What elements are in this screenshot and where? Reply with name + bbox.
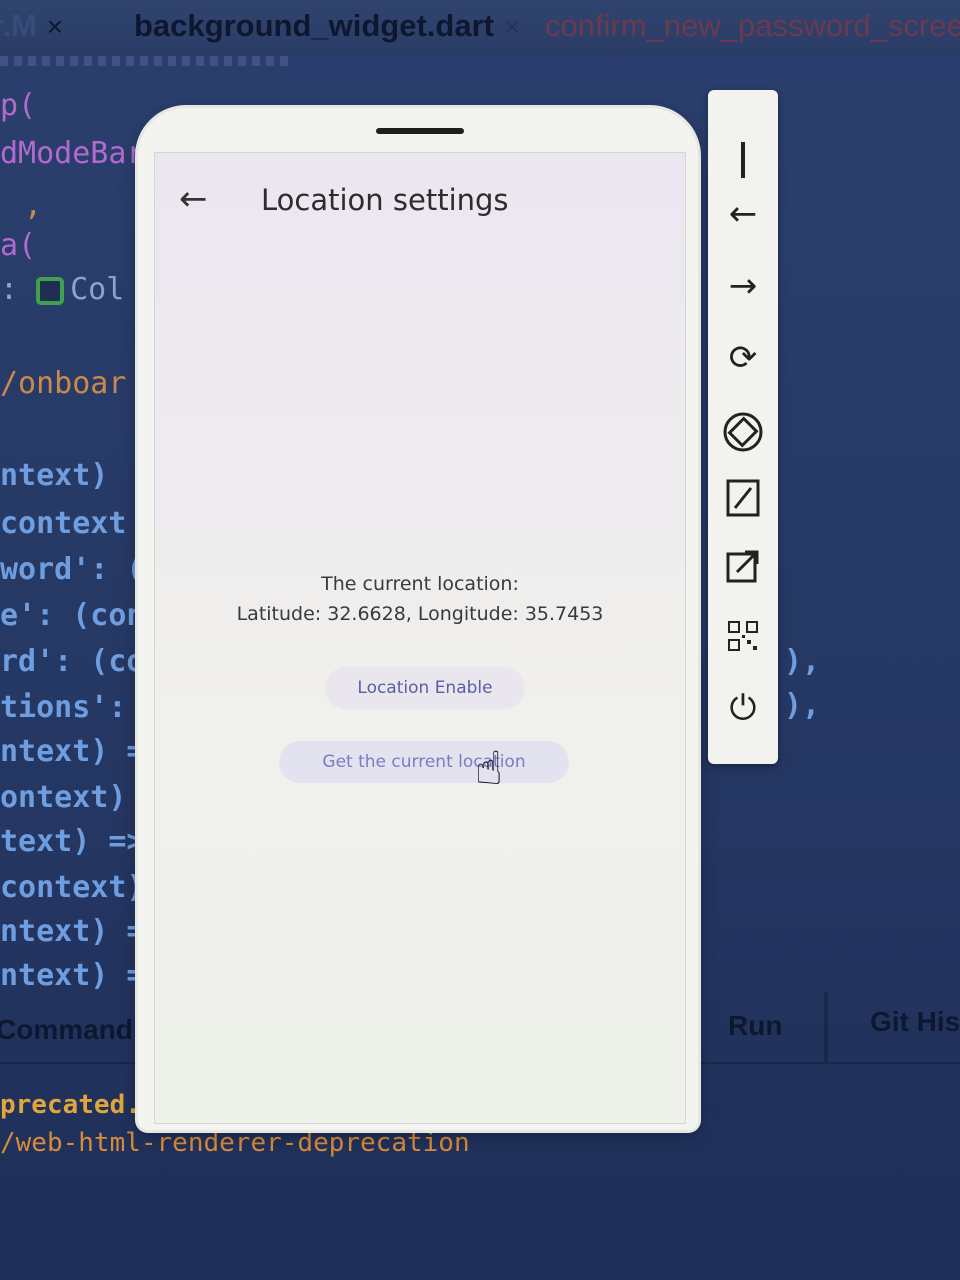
- hand-pointer-icon: ☝: [475, 741, 504, 795]
- code-fragment: ),: [784, 644, 821, 679]
- device-screen: ← Location settings The current location…: [154, 152, 686, 1124]
- current-location-label: The current location:: [321, 573, 519, 595]
- color-swatch-icon: [36, 276, 65, 305]
- code-line: context): [0, 870, 145, 905]
- code-line: /onboar: [0, 366, 127, 401]
- breadcrumb-divider: [0, 56, 290, 66]
- tab-label: r.M: [0, 8, 37, 43]
- back-arrow-icon[interactable]: ←: [708, 194, 778, 234]
- code-line: ontext): [0, 780, 127, 815]
- code-fragment: ),: [784, 688, 821, 723]
- forward-arrow-icon[interactable]: →: [708, 266, 778, 306]
- get-current-location-button[interactable]: Get the current location: [279, 741, 569, 783]
- app-bar: ← Location settings: [155, 153, 685, 253]
- code-line: text) =>: [0, 824, 145, 859]
- code-line: tions':: [0, 690, 127, 725]
- commands-label: Commands: [0, 1014, 149, 1045]
- code-line: context: [0, 506, 127, 541]
- editor-tab-background-widget[interactable]: background_widget.dart ×: [134, 8, 520, 44]
- minimize-icon[interactable]: [708, 142, 778, 178]
- panel-tab-separator: [824, 992, 828, 1062]
- editor-tab-previous[interactable]: r.M ×: [0, 8, 63, 44]
- qr-code-icon[interactable]: [708, 620, 778, 652]
- close-icon[interactable]: ×: [504, 11, 520, 42]
- code-line: ntext) =: [0, 734, 145, 769]
- editor-tab-bar: r.M × background_widget.dart × confirm_new…: [0, 0, 960, 56]
- current-location-value: Latitude: 32.6628, Longitude: 35.7453: [236, 603, 604, 625]
- code-line: ntext): [0, 458, 109, 493]
- console-output-line: /web-html-renderer-deprecation: [0, 1128, 470, 1158]
- rotate-icon[interactable]: [708, 410, 778, 454]
- emulator-toolbar: ← → ⟳ ⏻: [708, 90, 778, 764]
- code-line: ntext) =: [0, 958, 145, 993]
- code-line: rd': (co: [0, 644, 145, 679]
- code-line: ,: [24, 188, 43, 223]
- code-line: ntext) =: [0, 914, 145, 949]
- device-emulator-frame: ← Location settings The current location…: [138, 108, 698, 1130]
- tab-label: background_widget.dart: [134, 8, 494, 43]
- page-title: Location settings: [261, 183, 509, 217]
- code-line: e': (con: [0, 598, 145, 633]
- editor-tab-confirm-password[interactable]: confirm_new_password_screen: [545, 8, 960, 44]
- git-history-tab[interactable]: Git Hist: [870, 1006, 960, 1038]
- back-arrow-icon[interactable]: ←: [179, 179, 208, 219]
- power-icon[interactable]: ⏻: [708, 688, 778, 728]
- close-icon[interactable]: ×: [47, 11, 63, 42]
- tab-label: confirm_new_password_screen: [545, 8, 960, 43]
- code-line: word': (: [0, 552, 145, 587]
- run-tab[interactable]: Run: [728, 1010, 782, 1042]
- code-line: : Col: [0, 272, 125, 307]
- refresh-icon[interactable]: ⟳: [708, 338, 778, 378]
- code-line: a(: [0, 228, 37, 263]
- open-external-icon[interactable]: [708, 548, 778, 584]
- code-line: p(: [0, 88, 37, 123]
- device-speaker: [376, 128, 464, 134]
- code-line: dModeBar: [0, 136, 145, 171]
- edit-icon[interactable]: [708, 478, 778, 518]
- location-enable-button[interactable]: Location Enable: [325, 667, 525, 709]
